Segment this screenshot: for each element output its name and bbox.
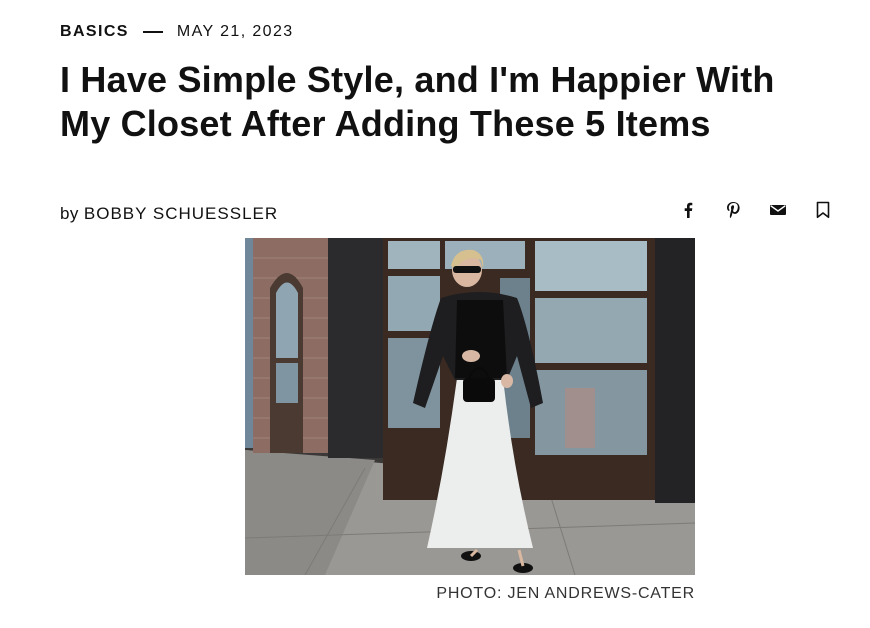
photo-credit: PHOTO: JEN ANDREWS-CATER bbox=[436, 585, 695, 602]
category-link[interactable]: BASICS bbox=[60, 23, 129, 41]
author-link[interactable]: BOBBY SCHUESSLER bbox=[84, 204, 278, 223]
meta-separator bbox=[142, 31, 163, 33]
facebook-icon[interactable] bbox=[676, 198, 700, 222]
byline-prefix: by bbox=[60, 204, 79, 223]
share-bar bbox=[676, 198, 835, 222]
article-title: I Have Simple Style, and I'm Happier Wit… bbox=[60, 59, 775, 144]
article-hero-photo bbox=[245, 238, 695, 575]
bookmark-icon[interactable] bbox=[811, 198, 835, 222]
email-icon[interactable] bbox=[766, 198, 790, 222]
byline: by BOBBY SCHUESSLER bbox=[60, 204, 278, 224]
article-meta: BASICS MAY 21, 2023 bbox=[60, 23, 294, 41]
publish-date: MAY 21, 2023 bbox=[176, 23, 294, 40]
pinterest-icon[interactable] bbox=[721, 198, 745, 222]
